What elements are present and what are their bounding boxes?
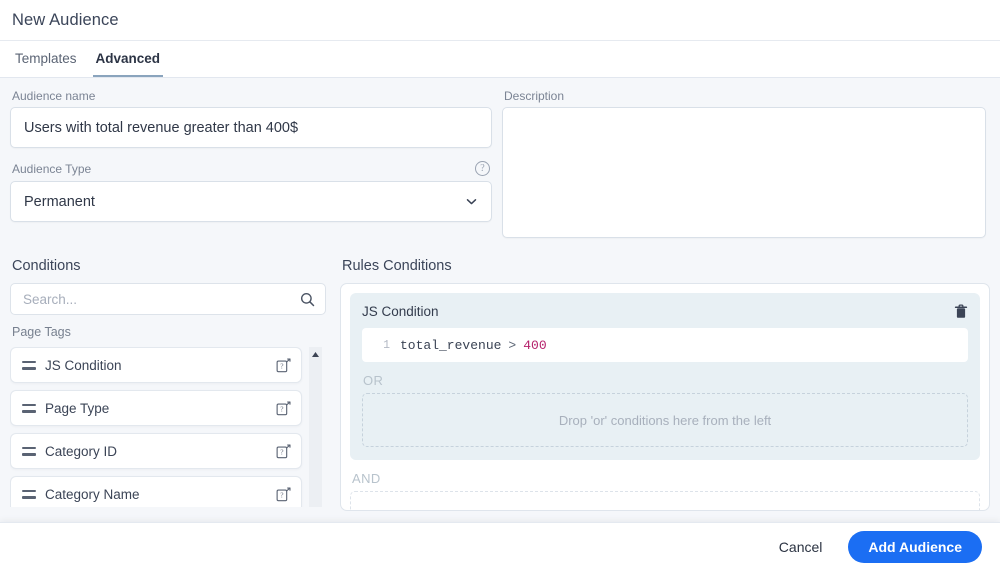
svg-text:?: ? xyxy=(280,491,283,499)
rule-card-js-condition: JS Condition 1 total_revenue > 400 OR Dr… xyxy=(350,293,980,460)
code-identifier: total_revenue xyxy=(400,337,502,353)
doc-link-icon[interactable]: ? xyxy=(276,486,291,502)
page-title: New Audience xyxy=(12,10,119,29)
conditions-title: Conditions xyxy=(12,258,81,274)
dialog-header: New Audience xyxy=(0,0,1000,41)
or-label: OR xyxy=(363,373,384,388)
rules-title: Rules Conditions xyxy=(342,258,452,274)
form-left-column: Audience name Users with total revenue g… xyxy=(10,88,492,238)
description-textarea[interactable] xyxy=(502,107,986,238)
svg-text:?: ? xyxy=(280,448,283,456)
or-dropzone[interactable]: Drop 'or' conditions here from the left xyxy=(362,393,968,447)
audience-type-label: Audience Type xyxy=(12,161,92,176)
search-input[interactable]: Search... xyxy=(23,292,300,307)
dialog-body: Audience name Users with total revenue g… xyxy=(0,78,1000,570)
doc-link-icon[interactable]: ? xyxy=(276,443,291,459)
doc-link-icon[interactable]: ? xyxy=(276,357,291,373)
cancel-button[interactable]: Cancel xyxy=(769,533,833,561)
description-label: Description xyxy=(504,89,565,103)
audience-name-label-row: Audience name xyxy=(10,88,492,107)
add-audience-button[interactable]: Add Audience xyxy=(848,530,982,563)
audience-name-input[interactable]: Users with total revenue greater than 40… xyxy=(10,107,492,148)
conditions-scrollbar[interactable] xyxy=(309,347,322,507)
drag-handle-icon[interactable] xyxy=(22,489,36,499)
list-item-label: Page Type xyxy=(45,400,110,416)
form-right-column: Description xyxy=(502,88,986,238)
list-item[interactable]: Page Type ? xyxy=(10,390,302,426)
list-item[interactable]: Category Name ? xyxy=(10,476,302,507)
rules-panel-body: JS Condition 1 total_revenue > 400 OR Dr… xyxy=(340,283,990,511)
drag-handle-icon[interactable] xyxy=(22,360,36,370)
chevron-down-icon xyxy=(465,195,478,208)
field-spacer xyxy=(10,148,492,159)
search-icon[interactable] xyxy=(300,292,315,307)
dialog-footer: Cancel Add Audience xyxy=(0,522,1000,570)
rules-conditions-panel: Rules Conditions JS Condition 1 total_re… xyxy=(340,258,990,511)
rule-card-header: JS Condition xyxy=(362,304,968,328)
list-item-label: Category Name xyxy=(45,486,140,502)
doc-link-icon[interactable]: ? xyxy=(276,400,291,416)
tab-advanced[interactable]: Advanced xyxy=(92,41,164,77)
conditions-panel: Conditions Search... Page Tags JS Condit… xyxy=(10,258,326,511)
tab-templates-label: Templates xyxy=(15,50,77,66)
svg-text:?: ? xyxy=(280,362,283,370)
or-dropzone-text: Drop 'or' conditions here from the left xyxy=(558,412,772,428)
tab-bar: Templates Advanced xyxy=(0,41,1000,78)
code-value: 400 xyxy=(523,337,547,353)
list-item[interactable]: JS Condition ? xyxy=(10,347,302,383)
trash-icon[interactable] xyxy=(954,304,968,319)
conditions-list: JS Condition ? Page Type ? Category ID ?… xyxy=(10,347,326,507)
rule-card-title: JS Condition xyxy=(362,304,439,319)
list-item-label: Category ID xyxy=(45,443,118,459)
lower-area: Conditions Search... Page Tags JS Condit… xyxy=(0,238,1000,511)
caret-up-icon[interactable] xyxy=(309,348,322,360)
conditions-search[interactable]: Search... xyxy=(10,283,326,315)
audience-name-label: Audience name xyxy=(12,89,96,103)
drag-handle-icon[interactable] xyxy=(22,446,36,456)
conditions-group-label: Page Tags xyxy=(12,325,71,339)
audience-name-value: Users with total revenue greater than 40… xyxy=(24,119,299,136)
audience-type-select[interactable]: Permanent xyxy=(10,181,492,222)
and-label: AND xyxy=(352,471,381,486)
svg-text:?: ? xyxy=(280,405,283,413)
drag-handle-icon[interactable] xyxy=(22,403,36,413)
js-code-editor[interactable]: 1 total_revenue > 400 xyxy=(362,328,968,362)
help-circle-icon[interactable]: ? xyxy=(475,161,490,176)
list-item[interactable]: Category ID ? xyxy=(10,433,302,469)
form-area: Audience name Users with total revenue g… xyxy=(0,78,1000,238)
and-dropzone[interactable] xyxy=(350,491,980,510)
tab-advanced-label: Advanced xyxy=(95,50,161,66)
code-operator: > xyxy=(508,337,517,353)
audience-type-value: Permanent xyxy=(24,193,95,210)
audience-type-label-row: Audience Type ? xyxy=(10,159,492,181)
description-label-row: Description xyxy=(502,88,986,107)
code-line-number: 1 xyxy=(383,338,390,352)
list-item-label: JS Condition xyxy=(45,357,122,373)
tab-templates[interactable]: Templates xyxy=(12,41,80,77)
new-audience-dialog: New Audience Templates Advanced Audience… xyxy=(0,0,1000,570)
